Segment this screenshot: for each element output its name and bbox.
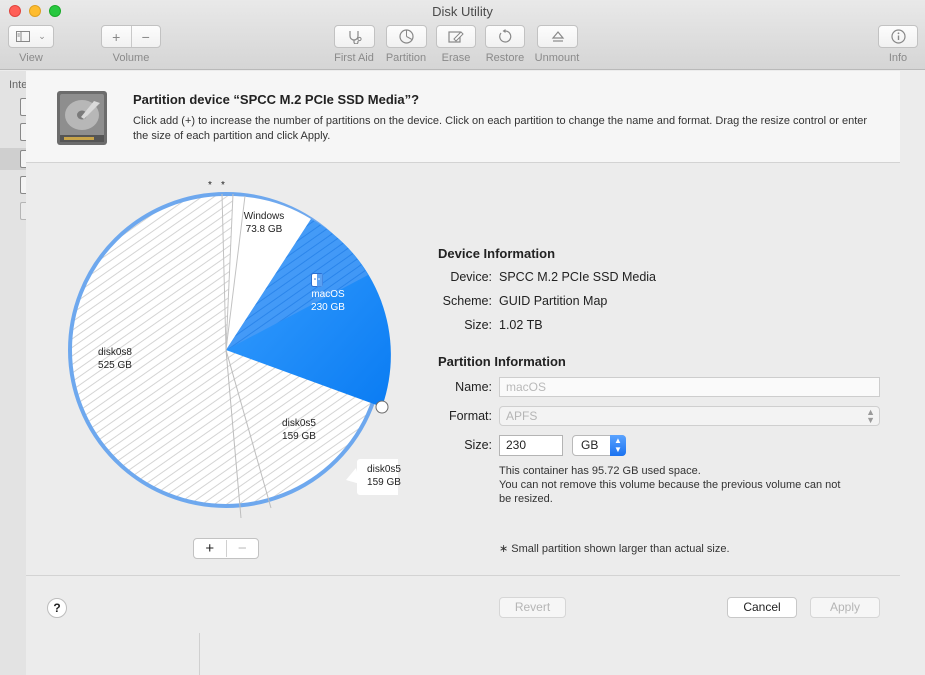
partition-sheet: Partition device “SPCC M.2 PCIe SSD Medi… — [26, 71, 900, 633]
title-bar: Disk Utility ⌄ View + − Volume First Aid… — [0, 0, 925, 70]
unmount-button[interactable] — [537, 25, 578, 48]
remove-volume-button[interactable]: − — [132, 29, 161, 45]
info-icon — [890, 29, 906, 44]
partition-name: disk0s5 — [282, 418, 316, 429]
partition-tooltip: disk0s5 159 GB — [357, 463, 411, 489]
format-popup[interactable]: APFS ▲ ▼ — [499, 406, 880, 426]
erase-icon — [448, 30, 464, 43]
small-partition-note: ∗ Small partition shown larger than actu… — [499, 543, 730, 555]
sheet-title: Partition device “SPCC M.2 PCIe SSD Medi… — [133, 92, 420, 107]
remove-volume-note: You can not remove this volume because t… — [499, 479, 841, 491]
partition-pie-icon — [399, 29, 414, 44]
device-size-value: 1.02 TB — [499, 318, 543, 332]
resize-handle[interactable] — [375, 400, 389, 414]
partition-label-macos[interactable]: macOS 230 GB — [300, 288, 356, 314]
first-aid-label: First Aid — [334, 52, 374, 64]
size-unit-value: GB — [581, 438, 599, 452]
sheet-description: Click add (+) to increase the number of … — [133, 115, 868, 142]
erase-label: Erase — [441, 52, 471, 64]
help-button[interactable]: ? — [47, 598, 67, 618]
tooltip-name: disk0s5 — [367, 464, 401, 475]
partition-pie[interactable]: * * Windows 73.8 GB macOS 230 GB disk0s5… — [64, 178, 411, 522]
view-label: View — [19, 52, 43, 64]
partition-info-heading: Partition Information — [438, 354, 566, 369]
restore-label: Restore — [485, 52, 525, 64]
chevron-up-down-icon: ▲ ▼ — [610, 435, 626, 456]
chevron-down-icon: ⌄ — [38, 31, 46, 41]
device-value: SPCC M.2 PCIe SSD Media — [499, 270, 656, 284]
finder-icon — [311, 273, 323, 287]
window-title: Disk Utility — [432, 4, 493, 19]
partition-label-disk0s8[interactable]: disk0s8 525 GB — [85, 346, 145, 372]
name-label: Name: — [455, 380, 492, 394]
device-info-title: Device Information — [438, 246, 556, 261]
device-label: Device: — [450, 270, 492, 284]
chevron-up-down-icon: ▲ ▼ — [866, 407, 875, 425]
sheet-footer: ? Revert Cancel Apply — [26, 575, 900, 633]
restore-icon — [498, 29, 511, 43]
restore-button[interactable] — [485, 25, 525, 48]
remove-partition-button[interactable]: − — [227, 540, 259, 557]
cancel-button[interactable]: Cancel — [727, 597, 797, 618]
view-button[interactable]: ⌄ — [8, 25, 54, 48]
stethoscope-icon — [348, 30, 362, 44]
device-info-heading: Device Information — [438, 246, 555, 261]
format-label: Format: — [448, 409, 492, 423]
used-space-note: This container has 95.72 GB used space. — [499, 465, 701, 477]
remove-volume-note-cont: be resized. — [499, 493, 553, 505]
partition-button[interactable] — [386, 25, 427, 48]
window-background — [900, 71, 925, 675]
sidebar-divider — [199, 633, 200, 675]
hard-drive-icon — [57, 91, 107, 145]
sidebar: Inte — [0, 71, 28, 675]
sheet-header: Partition device “SPCC M.2 PCIe SSD Medi… — [26, 71, 900, 163]
partition-name-field[interactable]: macOS — [499, 377, 880, 397]
eject-icon — [551, 30, 564, 42]
partition-name: disk0s8 — [98, 347, 132, 358]
tooltip-size: 159 GB — [367, 477, 401, 488]
apply-button[interactable]: Apply — [810, 597, 880, 618]
scheme-value: GUID Partition Map — [499, 294, 608, 308]
volume-label: Volume — [112, 52, 150, 64]
partition-label: Partition — [385, 52, 427, 64]
info-button[interactable] — [878, 25, 918, 48]
partition-name: Windows — [243, 211, 285, 222]
partition-label-disk0s5[interactable]: disk0s5 159 GB — [269, 417, 329, 443]
scheme-label: Scheme: — [442, 294, 492, 308]
add-volume-button[interactable]: + — [102, 29, 131, 45]
partition-size-field[interactable]: 230 — [499, 435, 563, 456]
add-partition-button[interactable]: + — [194, 540, 227, 557]
sidebar-icon — [16, 31, 31, 42]
partition-note: This container has 95.72 GB used space. … — [499, 464, 889, 506]
format-value: APFS — [506, 409, 538, 423]
partition-size: 525 GB — [98, 360, 132, 371]
small-partition-marker: * — [208, 180, 212, 191]
window-background — [26, 633, 900, 675]
volume-segmented-control: + − — [101, 25, 161, 48]
partition-size: 159 GB — [282, 431, 316, 442]
small-partition-marker: * — [221, 180, 225, 191]
first-aid-button[interactable] — [334, 25, 375, 48]
partition-label-windows[interactable]: Windows 73.8 GB — [236, 210, 292, 236]
partition-size: 73.8 GB — [245, 224, 283, 235]
info-label: Info — [888, 52, 908, 64]
unmount-label: Unmount — [534, 52, 580, 64]
partition-add-remove-control: + − — [193, 538, 259, 559]
partition-info-title: Partition Information — [438, 354, 566, 369]
revert-button[interactable]: Revert — [499, 597, 566, 618]
device-size-label: Size: — [464, 318, 492, 332]
partition-size: 230 GB — [311, 302, 345, 313]
partition-name: macOS — [311, 289, 345, 300]
erase-button[interactable] — [436, 25, 476, 48]
partition-size-label: Size: — [464, 438, 492, 452]
size-unit-popup[interactable]: GB ▲ ▼ — [572, 435, 626, 456]
sidebar-section-label: Inte — [9, 79, 28, 91]
